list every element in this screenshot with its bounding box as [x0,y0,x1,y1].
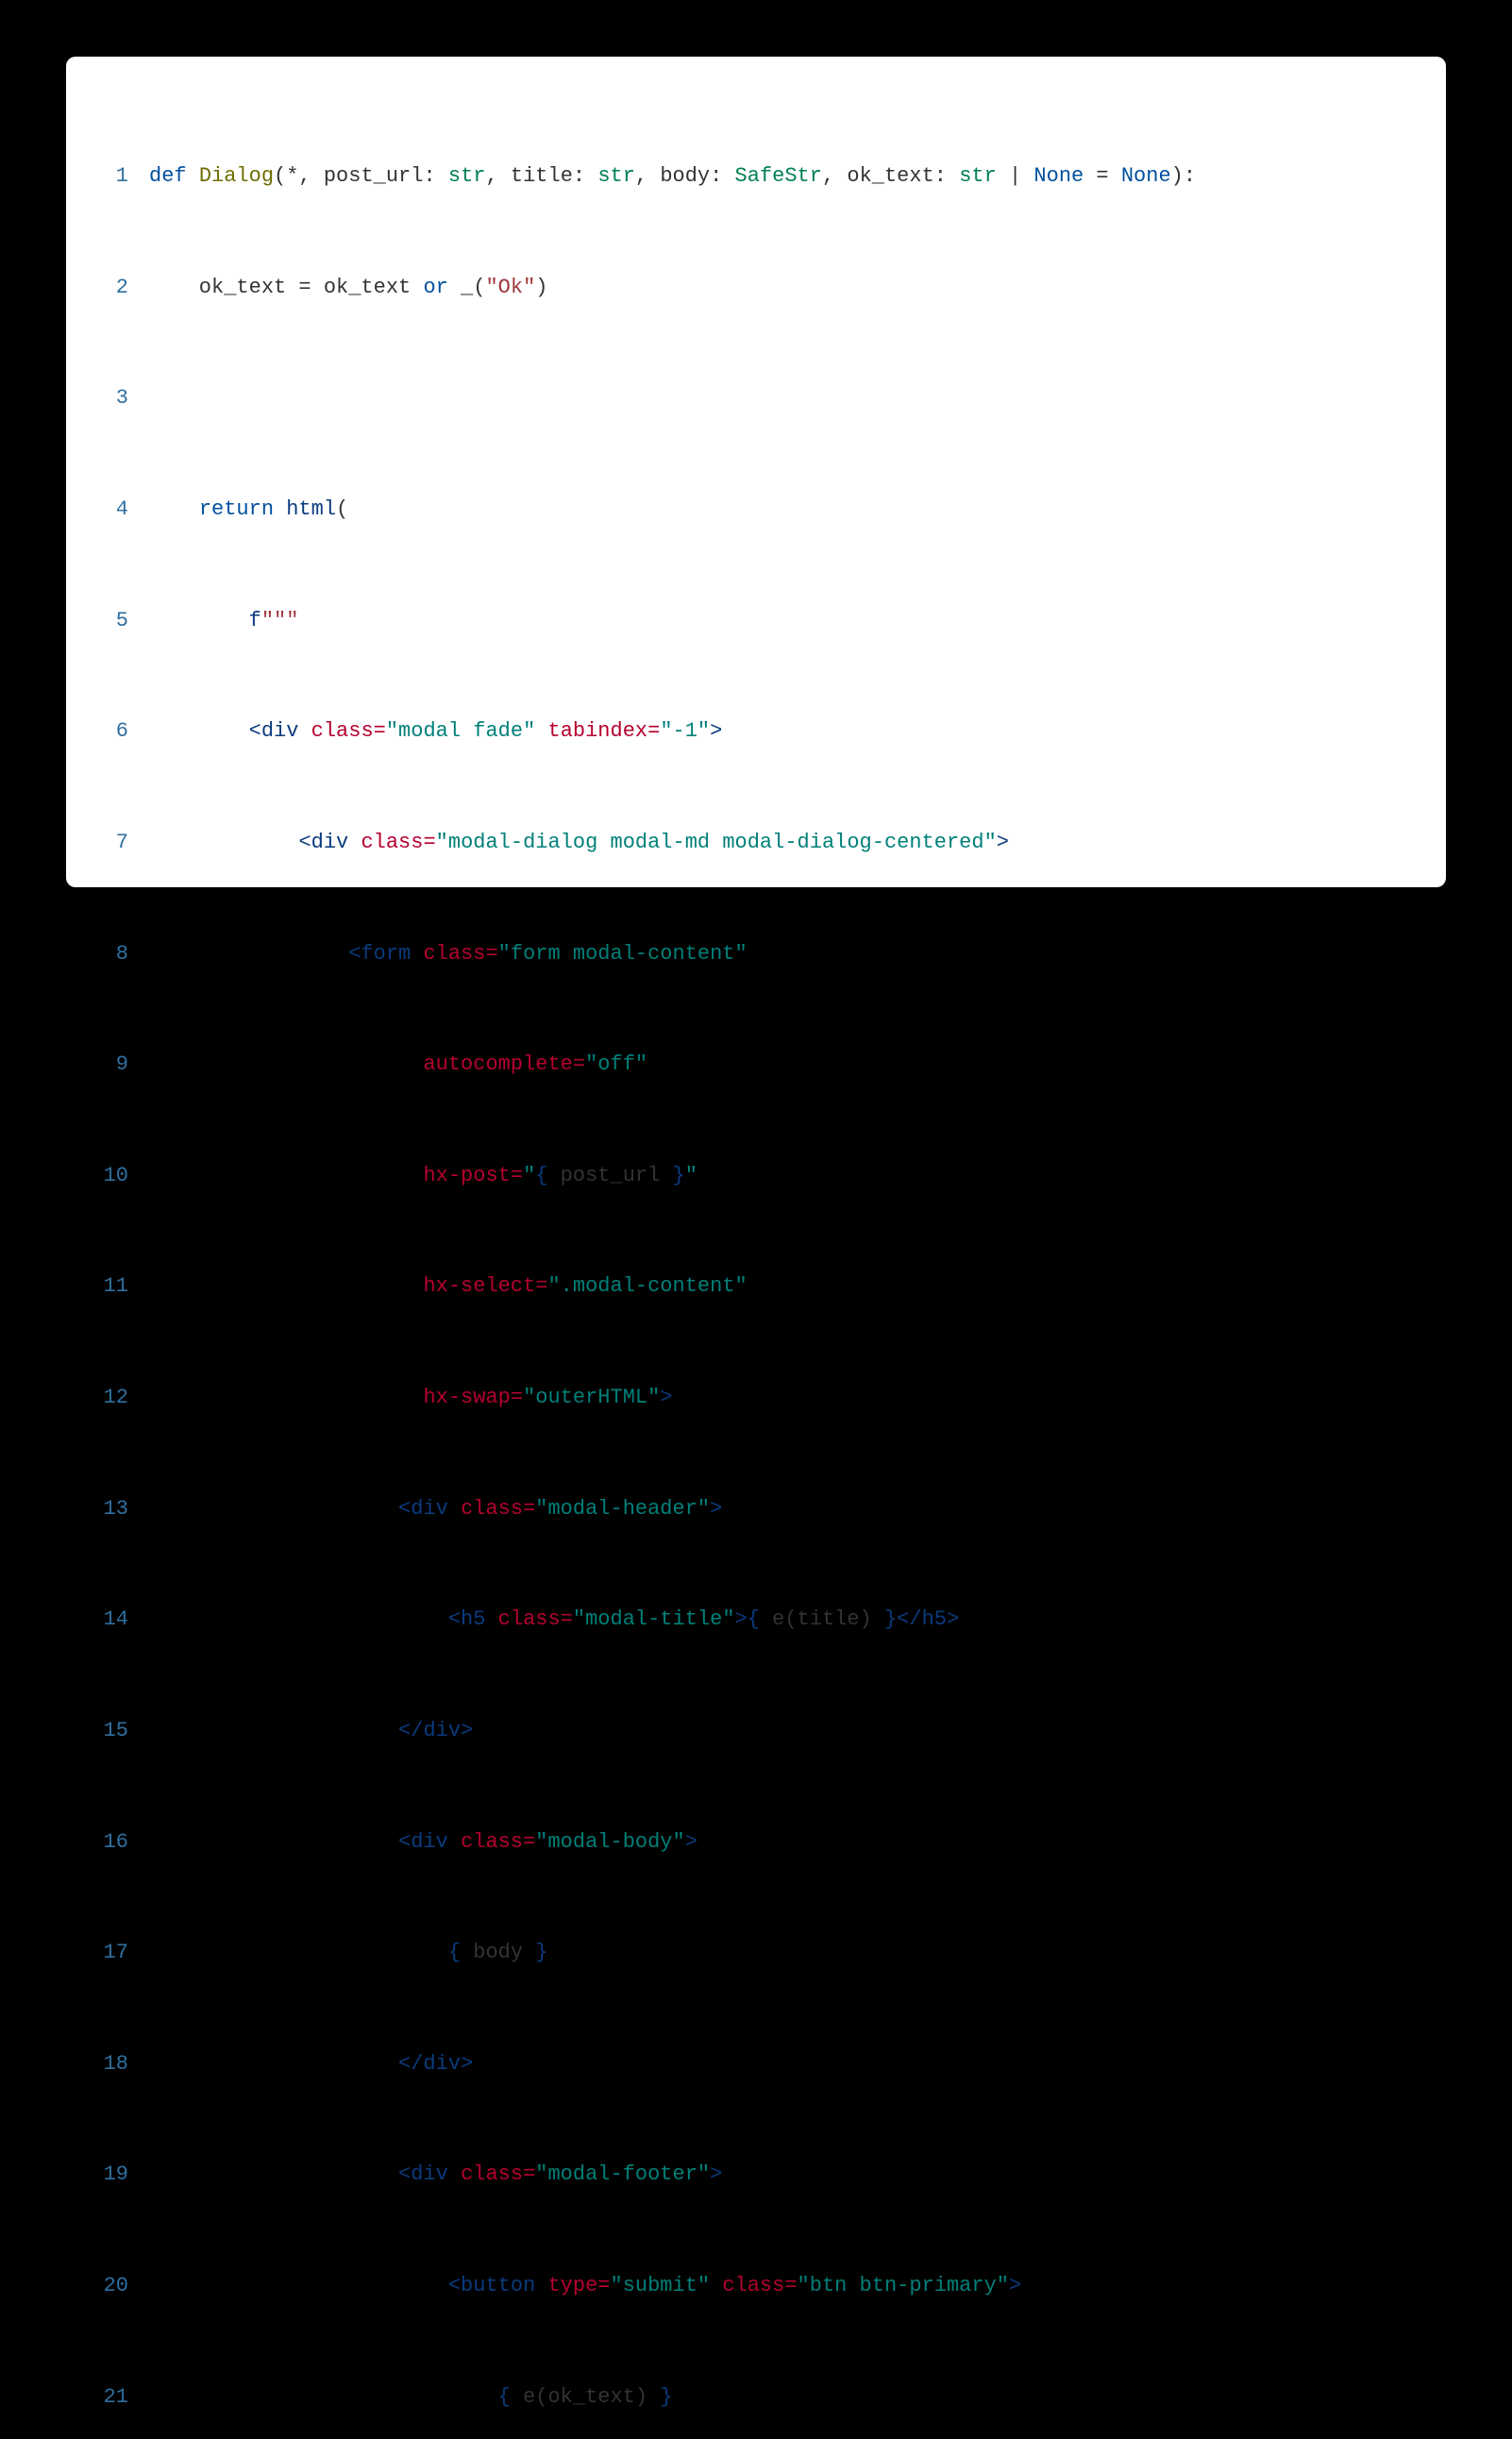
line-number: 14 [91,1606,149,1633]
code-line: 16 <div class="modal-body"> [91,1828,1446,1856]
line-number: 15 [91,1717,149,1744]
code-line: 11 hx-select=".modal-content" [91,1272,1446,1300]
line-number: 6 [91,717,149,745]
code-line: 12 hx-swap="outerHTML"> [91,1384,1446,1411]
code-line: 5 f""" [91,607,1446,634]
line-number: 18 [91,2050,149,2077]
code-line: 13 <div class="modal-header"> [91,1495,1446,1522]
code-line: 20 <button type="submit" class="btn btn-… [91,2272,1446,2299]
line-number: 1 [91,162,149,190]
code-line: 18 </div> [91,2050,1446,2077]
line-number: 2 [91,274,149,301]
code-block: 1def Dialog(*, post_url: str, title: str… [66,79,1446,2439]
line-number: 20 [91,2272,149,2299]
line-number: 9 [91,1051,149,1078]
line-number: 17 [91,1939,149,1966]
line-number: 16 [91,1828,149,1856]
line-number: 10 [91,1162,149,1189]
code-line: 3 [91,384,1446,412]
line-number: 13 [91,1495,149,1522]
code-line: 8 <form class="form modal-content" [91,940,1446,967]
code-line: 1def Dialog(*, post_url: str, title: str… [91,162,1446,190]
line-number: 11 [91,1272,149,1300]
line-number: 4 [91,496,149,523]
code-line: 15 </div> [91,1717,1446,1744]
code-line: 10 hx-post="{ post_url }" [91,1162,1446,1189]
code-line: 21 { e(ok_text) } [91,2383,1446,2411]
code-line: 9 autocomplete="off" [91,1051,1446,1078]
line-number: 8 [91,940,149,967]
code-line: 7 <div class="modal-dialog modal-md moda… [91,829,1446,856]
line-number: 5 [91,607,149,634]
line-number: 21 [91,2383,149,2411]
code-line: 2 ok_text = ok_text or _("Ok") [91,274,1446,301]
code-line: 17 { body } [91,1939,1446,1966]
line-number: 7 [91,829,149,856]
code-line: 4 return html( [91,496,1446,523]
code-line: 6 <div class="modal fade" tabindex="-1"> [91,717,1446,745]
code-line: 14 <h5 class="modal-title">{ e(title) }<… [91,1606,1446,1633]
line-number: 3 [91,384,149,412]
code-window: 1def Dialog(*, post_url: str, title: str… [66,57,1446,887]
line-number: 19 [91,2161,149,2188]
line-number: 12 [91,1384,149,1411]
code-line: 19 <div class="modal-footer"> [91,2161,1446,2188]
